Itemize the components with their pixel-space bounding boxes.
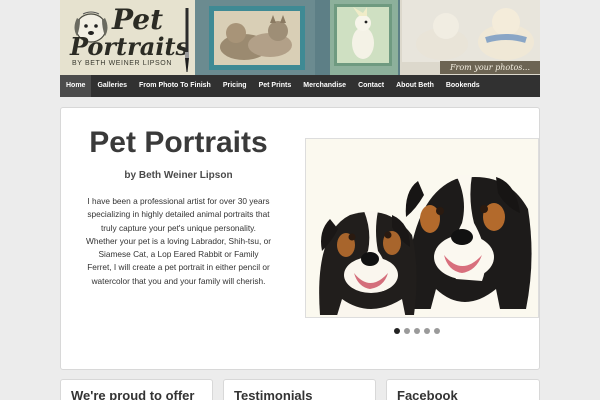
slide-dot-2[interactable] <box>404 328 410 334</box>
banner-caption: From your photos... <box>440 61 540 74</box>
nav-item-contact[interactable]: Contact <box>352 75 390 97</box>
banner-bird-painting <box>330 0 398 75</box>
nav-item-merchandise[interactable]: Merchandise <box>297 75 352 97</box>
nav-item-galleries[interactable]: Galleries <box>91 75 133 97</box>
intro-paragraph: I have been a professional artist for ov… <box>86 196 271 286</box>
widget-offer-title: We're proud to offer <box>71 388 195 400</box>
slideshow-pagination <box>394 328 440 334</box>
paintbrush-icon <box>185 8 189 72</box>
site-logo[interactable]: Pet Portraits BY BETH WEINER LIPSON <box>60 0 195 75</box>
nav-item-home[interactable]: Home <box>60 75 92 97</box>
nav-item-about-beth[interactable]: About Beth <box>390 75 440 97</box>
nav-item-bookends[interactable]: Bookends <box>440 75 486 97</box>
cats-illustration <box>220 15 292 60</box>
slideshow-image[interactable] <box>305 138 539 318</box>
widget-offer: We're proud to offer <box>60 379 213 400</box>
logo-title-line1: Pet <box>112 3 164 36</box>
small-dogs-illustration <box>416 8 534 60</box>
page-title: Pet Portraits <box>89 126 268 159</box>
banner-dogs-painting: From your photos... <box>400 0 540 75</box>
widget-facebook-title: Facebook <box>397 388 458 400</box>
widget-testimonials-title: Testimonials <box>234 388 313 400</box>
widget-facebook: Facebook <box>386 379 540 400</box>
cockatoo-illustration <box>352 7 374 59</box>
widget-testimonials: Testimonials <box>223 379 376 400</box>
main-navigation: Home Galleries From Photo To Finish Pric… <box>60 75 540 97</box>
nav-item-from-photo-to-finish[interactable]: From Photo To Finish <box>133 75 217 97</box>
banner-cats-painting <box>195 0 315 75</box>
two-dogs-portrait <box>319 175 532 317</box>
author-byline: by Beth Weiner Lipson <box>124 170 233 181</box>
slide-dot-3[interactable] <box>414 328 420 334</box>
nav-item-pricing[interactable]: Pricing <box>217 75 253 97</box>
slide-dot-1[interactable] <box>394 328 400 334</box>
nav-item-pet-prints[interactable]: Pet Prints <box>253 75 298 97</box>
intro-card: Pet Portraits by Beth Weiner Lipson I ha… <box>60 107 540 370</box>
logo-tagline: BY BETH WEINER LIPSON <box>72 60 172 67</box>
header-banner: Pet Portraits BY BETH WEINER LIPSON From… <box>60 0 540 75</box>
logo-title-line2: Portraits <box>70 32 190 61</box>
slide-dot-5[interactable] <box>434 328 440 334</box>
slide-dot-4[interactable] <box>424 328 430 334</box>
